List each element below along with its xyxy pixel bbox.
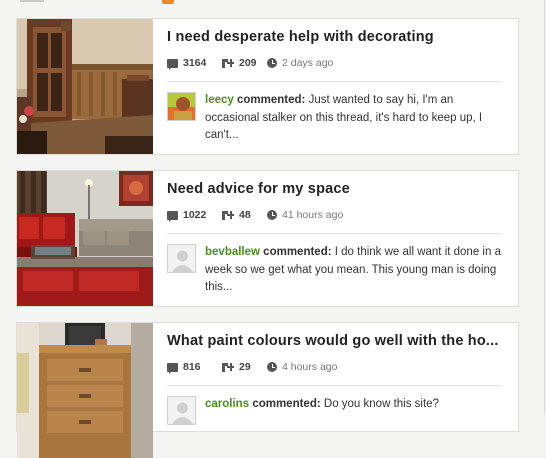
top-edge-fragment	[20, 0, 44, 2]
default-avatar-icon[interactable]	[167, 396, 196, 425]
comment-count: 816	[167, 361, 201, 374]
thread-card[interactable]: Need advice for my space 1022 48 41 hour…	[16, 170, 519, 307]
follow-plus-icon	[222, 210, 234, 220]
thread-title[interactable]: I need desperate help with decorating	[167, 29, 507, 45]
thread-title[interactable]: Need advice for my space	[167, 181, 507, 197]
comment-username[interactable]: leecy	[205, 94, 234, 106]
divider	[167, 233, 502, 234]
rss-icon[interactable]	[162, 0, 174, 4]
comment-bubble-icon	[167, 58, 178, 70]
comment-text: bevballew commented: I do think we all w…	[205, 244, 503, 297]
comment-verb: commented:	[252, 398, 321, 410]
comment-count: 3164	[167, 57, 206, 70]
clock-icon	[267, 210, 277, 220]
avatar[interactable]	[167, 92, 196, 121]
follow-count: 29	[222, 361, 251, 373]
comment-bubble-icon	[167, 210, 178, 222]
clock-icon	[267, 362, 277, 372]
thread-card[interactable]: I need desperate help with decorating 31…	[16, 18, 519, 155]
comment-bubble-icon	[167, 362, 178, 374]
thread-thumbnail[interactable]	[17, 171, 153, 306]
page-background: I need desperate help with decorating 31…	[0, 0, 545, 458]
default-avatar-icon[interactable]	[167, 244, 196, 273]
thread-title[interactable]: What paint colours would go well with th…	[167, 333, 507, 349]
divider	[167, 385, 502, 386]
comment-username[interactable]: bevballew	[205, 246, 260, 258]
divider	[167, 81, 502, 82]
comment-verb: commented:	[263, 246, 332, 258]
comment-username[interactable]: carolins	[205, 398, 249, 410]
comment-text: leecy commented: Just wanted to say hi, …	[205, 92, 503, 145]
thread-time: 41 hours ago	[267, 209, 343, 221]
follow-plus-icon	[222, 58, 234, 68]
follow-plus-icon	[222, 362, 234, 372]
comment-text: carolins commented: Do you know this sit…	[205, 396, 503, 414]
comment-snippet: Do you know this site?	[323, 398, 439, 410]
clock-icon	[267, 58, 277, 68]
thread-time: 2 days ago	[267, 57, 333, 69]
thread-time: 4 hours ago	[267, 361, 337, 373]
follow-count: 209	[222, 57, 257, 69]
comment-count: 1022	[167, 209, 206, 222]
thread-card[interactable]: What paint colours would go well with th…	[16, 322, 519, 458]
follow-count: 48	[222, 209, 251, 221]
thread-thumbnail[interactable]	[17, 323, 153, 458]
comment-verb: commented:	[236, 94, 306, 106]
thread-thumbnail[interactable]	[17, 19, 153, 154]
